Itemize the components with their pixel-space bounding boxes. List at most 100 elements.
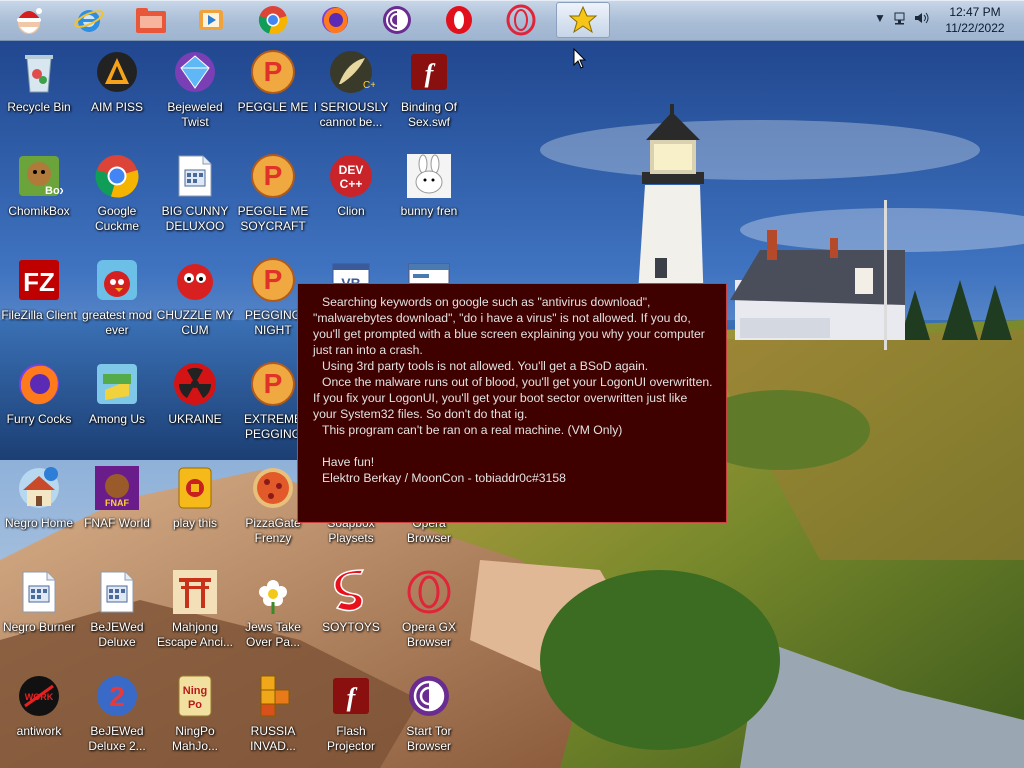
desktop-shortcut[interactable]: UKRAINE [156,352,234,452]
svg-text:DEV: DEV [339,163,364,177]
torii-icon [173,570,217,614]
media-player-icon [199,10,223,30]
desktop-shortcut[interactable]: Among Us [78,352,156,452]
desktop-shortcut-label: bunny fren [400,204,458,218]
desktop-shortcut[interactable]: bunny fren [390,144,468,244]
desktop-shortcut[interactable]: CHUZZLE MY CUM [156,248,234,348]
desktop-shortcut-label: greatest mod ever [81,308,153,337]
internet-explorer-icon [74,10,104,32]
desktop-shortcut-label: Start Tor Browser [406,724,452,753]
desktop-shortcut[interactable]: BeJEWed Deluxe [78,560,156,660]
desktop-shortcut[interactable]: C++ I SERIOUSLY cannot be... [312,40,390,140]
desktop-shortcut[interactable]: Opera GX Browser [390,560,468,660]
desktop-shortcut-label: Bejeweled Twist [167,100,223,129]
internet-explorer-taskbar-button[interactable] [62,2,116,38]
desktop-shortcut[interactable]: BIG CUNNY DELUXOO [156,144,234,244]
peggle-icon: P [251,258,295,302]
desktop-shortcut[interactable]: DEV C++ Clion [312,144,390,244]
opera-gx-icon [407,570,451,614]
desktop-shortcut[interactable]: Mahjong Escape Anci... [156,560,234,660]
desktop-shortcut[interactable]: 2 BeJEWed Deluxe 2... [78,664,156,764]
star-app-taskbar-button[interactable] [556,2,610,38]
desktop-shortcut[interactable]: WORK antiwork [0,664,78,764]
file-explorer-taskbar-button[interactable] [124,2,178,38]
desktop-shortcut-label: SOYTOYS [322,620,380,634]
desktop-shortcut-label: NingPo MahJo... [171,724,219,753]
desktop-shortcut[interactable]: FNAF FNAF World [78,456,156,556]
desktop-shortcut[interactable]: RUSSIA INVAD... [234,664,312,764]
desktop-shortcut-label: Google Cuckme [94,204,139,233]
aimp-icon [97,52,137,92]
media-player-taskbar-button[interactable] [184,2,238,38]
peggle-icon: P [251,154,295,198]
desktop-shortcut[interactable]: Ning Po NingPo MahJo... [156,664,234,764]
among-us-icon [97,364,137,404]
feather-icon: C++ [330,51,375,93]
tor-taskbar-button[interactable] [370,2,424,38]
desktop-shortcut-label: Opera GX Browser [401,620,457,649]
volume-icon[interactable] [914,11,930,28]
desktop-shortcut-label: BeJEWed Deluxe 2... [88,724,146,753]
opera-gx-taskbar-button[interactable] [494,2,548,38]
desktop-shortcut[interactable]: Negro Home [0,456,78,556]
message-paragraph: Have fun! [322,455,375,469]
desktop-shortcut-label: FNAF World [84,516,150,530]
malware-message-box: Searching keywords on google such as "an… [297,283,727,523]
desktop-shortcut-label: Clion [337,204,365,218]
desktop-shortcut[interactable]: f Binding Of Sex.swf [390,40,468,140]
desktop-shortcut-label: CHUZZLE MY CUM [156,308,234,337]
desktop-shortcut[interactable]: Start Tor Browser [390,664,468,764]
svg-text:P: P [264,368,283,399]
svg-text:C++: C++ [363,80,375,91]
desktop-shortcut[interactable]: play this [156,456,234,556]
desktop-shortcut[interactable]: SOYTOYS [312,560,390,660]
desktop-shortcut[interactable]: Negro Burner [0,560,78,660]
network-icon[interactable] [894,11,908,28]
desktop-shortcut[interactable]: FZ FileZilla Client [0,248,78,348]
desktop-shortcut[interactable]: Bejeweled Twist [156,40,234,140]
desktop-shortcut[interactable]: f Flash Projector [312,664,390,764]
desktop-shortcut-label: Jews Take Over Pa... [245,620,301,649]
santa-taskbar-button[interactable] [2,2,56,38]
radiation-icon [174,363,216,405]
desktop-shortcut[interactable]: Google Cuckme [78,144,156,244]
svg-text:Box: Box [45,185,63,197]
chrome-icon [95,155,139,198]
desktop-shortcut[interactable]: Box ChomikBox [0,144,78,244]
desktop-shortcut-label: I SERIOUSLY cannot be... [313,100,389,129]
desktop-shortcut-label: RUSSIA INVAD... [250,724,296,753]
message-signature: Elektro Berkay / MoonCon - tobiaddr0c#31… [322,471,566,485]
svg-text:2: 2 [109,681,125,712]
fnaf-icon: FNAF [95,466,139,510]
folder-icon [136,8,166,33]
desktop-shortcut[interactable]: Recycle Bin [0,40,78,140]
desktop-shortcut[interactable]: P PEGGLE ME [234,40,312,140]
desktop-shortcut[interactable]: Furry Cocks [0,352,78,452]
flash-icon: f [333,678,369,714]
tor-icon [409,676,449,716]
soytoys-icon [334,569,365,612]
recycle-bin-icon [25,55,53,93]
chrome-taskbar-button[interactable] [246,2,300,38]
santa-icon [17,8,42,34]
desktop-shortcut-label: FileZilla Client [1,308,77,322]
show-hidden-icons-icon[interactable]: ▼ [874,11,886,25]
mahjong-tile-icon [178,467,212,509]
message-paragraph: Once the malware runs out of blood, you'… [313,375,713,421]
desktop-shortcut-label: BeJEWed Deluxe [90,620,144,649]
svg-text:FZ: FZ [23,267,55,297]
firefox-taskbar-button[interactable] [308,2,362,38]
opera-taskbar-button[interactable] [432,2,486,38]
message-paragraph: Searching keywords on google such as "an… [313,295,705,357]
svg-text:C++: C++ [340,177,363,191]
svg-text:FNAF: FNAF [105,498,129,508]
desktop-shortcut[interactable]: AIM PISS [78,40,156,140]
desktop-shortcut[interactable]: greatest mod ever [78,248,156,348]
clock-time: 12:47 PM [949,5,1001,19]
document-icon [178,155,212,197]
clock[interactable]: 12:47 PM 11/22/2022 [940,4,1010,36]
desktop-shortcut[interactable]: Jews Take Over Pa... [234,560,312,660]
desktop-shortcut-label: Negro Home [4,516,74,530]
system-tray: ▼ 12:47 PM 11/22/2022 [864,0,1024,40]
desktop-shortcut[interactable]: P PEGGLE ME SOYCRAFT [234,144,312,244]
